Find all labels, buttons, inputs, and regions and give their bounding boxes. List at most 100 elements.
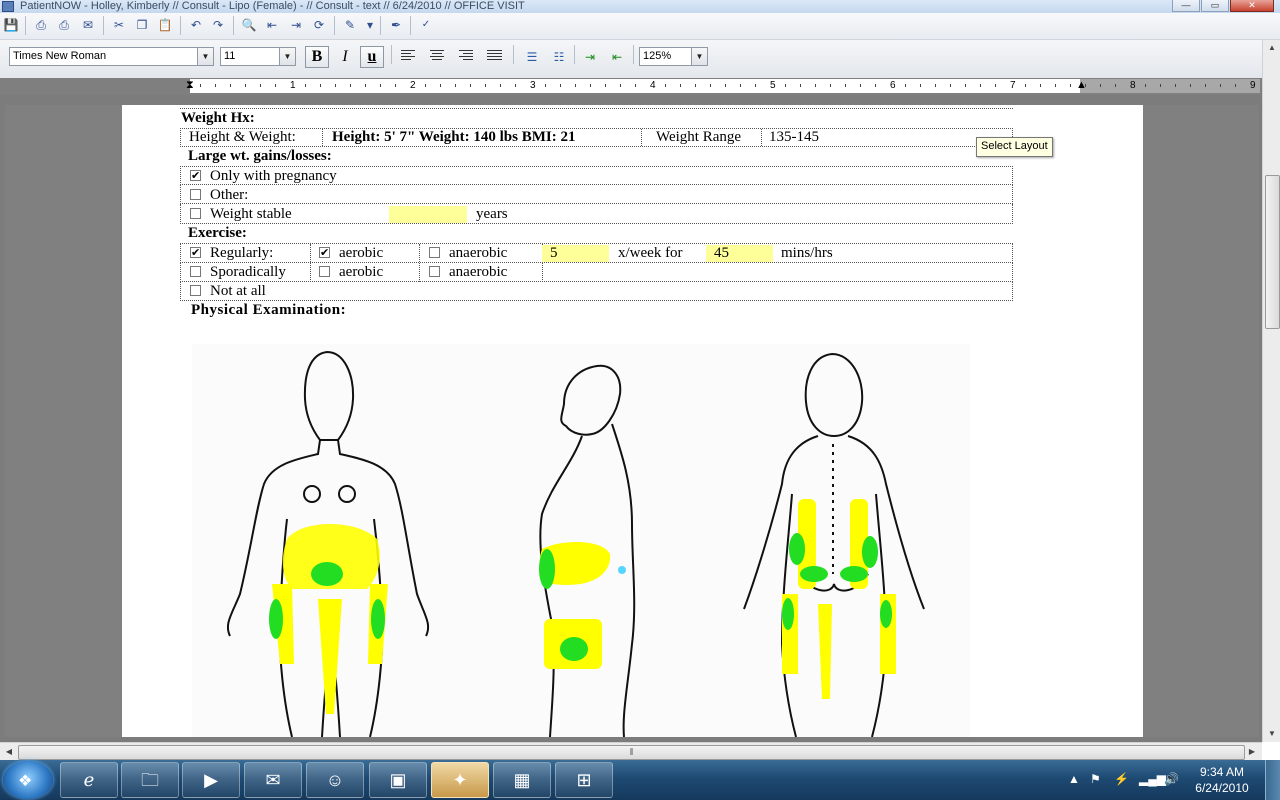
other-checkbox[interactable]: [190, 189, 201, 200]
aerobic-checkbox[interactable]: [319, 266, 330, 277]
start-button[interactable]: ❖: [3, 761, 53, 799]
bold-button[interactable]: B: [305, 46, 329, 68]
minimize-button[interactable]: —: [1172, 0, 1200, 12]
find-next-icon[interactable]: ⇥: [288, 17, 304, 33]
exercise-heading: Exercise:: [188, 225, 247, 241]
tray-expand-icon[interactable]: ▲: [1068, 772, 1080, 786]
refresh-icon[interactable]: ⟳: [311, 17, 327, 33]
network-signal-icon[interactable]: ▂▄▆: [1139, 772, 1166, 786]
paste-icon[interactable]: 📋: [157, 17, 173, 33]
file-explorer-icon[interactable]: 🗀: [121, 762, 179, 798]
fax-icon[interactable]: ✉: [80, 17, 96, 33]
horizontal-scrollbar[interactable]: ◀ ⦀ ▶: [0, 742, 1262, 761]
aerobic-label: aerobic: [339, 245, 384, 261]
chevron-down-icon[interactable]: ▼: [279, 48, 295, 65]
scroll-right-icon[interactable]: ▶: [1246, 746, 1258, 758]
zoom-value: 125%: [643, 50, 672, 62]
calculator-icon[interactable]: ▦: [493, 762, 551, 798]
ruler-minor-tick: [440, 84, 441, 87]
maximize-button[interactable]: ▭: [1201, 0, 1229, 12]
align-left-button[interactable]: [400, 48, 418, 64]
network-app-icon[interactable]: ⊞: [555, 762, 613, 798]
formatting-toolbar: Times New Roman ▼ 11 ▼ B I u ☰ ☷ ⇥ ⇤ 125…: [0, 40, 1280, 78]
close-button[interactable]: ✕: [1230, 0, 1274, 12]
window-controls: — ▭ ✕: [1171, 0, 1274, 12]
system-clock[interactable]: 9:34 AM 6/24/2010: [1186, 764, 1258, 796]
media-player-icon[interactable]: ▶: [182, 762, 240, 798]
left-indent-marker[interactable]: ⧗: [186, 78, 194, 92]
chevron-down-icon[interactable]: ▼: [691, 48, 707, 65]
regularly-checkbox[interactable]: ✔: [190, 247, 201, 258]
patientnow-icon[interactable]: ✦: [431, 762, 489, 798]
print-preview-icon[interactable]: ⎙: [56, 17, 72, 33]
action-center-flag-icon[interactable]: ⚑: [1090, 772, 1101, 786]
ruler-label: 4: [650, 80, 656, 91]
copy-icon[interactable]: ❐: [134, 17, 150, 33]
ruler-minor-tick: [845, 84, 846, 87]
body-diagram-image[interactable]: [192, 344, 970, 737]
scroll-down-icon[interactable]: ▼: [1266, 728, 1278, 740]
pregnancy-checkbox[interactable]: ✔: [190, 170, 201, 181]
spellcheck-icon[interactable]: ✓: [418, 17, 434, 33]
print-icon[interactable]: ⎙: [33, 17, 49, 33]
gains-option-label: Only with pregnancy: [210, 168, 337, 184]
yahoo-messenger-icon[interactable]: ☺: [306, 762, 364, 798]
ruler-minor-tick: [605, 84, 606, 87]
scroll-left-icon[interactable]: ◀: [3, 746, 15, 758]
cut-icon[interactable]: ✂: [111, 17, 127, 33]
show-desktop-button[interactable]: [1265, 760, 1280, 800]
toolbar-separator: [103, 16, 104, 35]
ruler-minor-tick: [425, 84, 426, 87]
ruler-minor-tick: [245, 84, 246, 87]
increase-indent-icon[interactable]: ⇥: [580, 48, 600, 66]
app-icon[interactable]: [2, 1, 14, 12]
chevron-down-icon[interactable]: ▼: [197, 48, 213, 65]
vertical-scrollbar[interactable]: ▲ ▼: [1262, 40, 1280, 742]
internet-explorer-icon[interactable]: ℯ: [60, 762, 118, 798]
volume-icon[interactable]: 🔊: [1164, 772, 1179, 786]
height-weight-value[interactable]: Height: 5' 7" Weight: 140 lbs BMI: 21: [332, 129, 575, 146]
undo-icon[interactable]: ↶: [188, 17, 204, 33]
anaerobic-checkbox[interactable]: [429, 247, 440, 258]
pen-icon[interactable]: ✒: [388, 17, 404, 33]
italic-button[interactable]: I: [333, 46, 357, 68]
ruler-minor-tick: [1160, 84, 1161, 87]
numbered-list-icon[interactable]: ☰: [522, 48, 542, 66]
find-icon[interactable]: 🔍: [241, 17, 257, 33]
zoom-select[interactable]: 125% ▼: [639, 47, 708, 66]
ruler-minor-tick: [260, 84, 261, 87]
times-per-week-field[interactable]: 5: [542, 245, 609, 262]
mail-icon[interactable]: ✉: [244, 762, 302, 798]
minutes-field[interactable]: 45: [706, 245, 773, 262]
weight-stable-checkbox[interactable]: [190, 208, 201, 219]
aerobic-checkbox[interactable]: ✔: [319, 247, 330, 258]
remote-desktop-icon[interactable]: ▣: [369, 762, 427, 798]
find-previous-icon[interactable]: ⇤: [264, 17, 280, 33]
toolbar-separator: [233, 16, 234, 35]
weight-range-label: Weight Range: [656, 129, 742, 145]
redo-icon[interactable]: ↷: [210, 17, 226, 33]
save-icon[interactable]: 💾: [3, 17, 19, 33]
align-right-button[interactable]: [458, 48, 476, 64]
justify-button[interactable]: [486, 48, 504, 64]
decrease-indent-icon[interactable]: ⇤: [607, 48, 627, 66]
font-size-select[interactable]: 11 ▼: [220, 47, 296, 66]
exercise-frequency-label: Sporadically: [210, 264, 286, 280]
bulleted-list-icon[interactable]: ☷: [549, 48, 569, 66]
anaerobic-checkbox[interactable]: [429, 266, 440, 277]
weight-stable-years-field[interactable]: [389, 206, 467, 223]
weight-range-value[interactable]: 135-145: [769, 129, 819, 146]
power-icon[interactable]: ⚡: [1114, 772, 1129, 786]
underline-button[interactable]: u: [360, 46, 384, 68]
horizontal-scroll-thumb[interactable]: ⦀: [18, 745, 1245, 760]
ruler-minor-tick: [395, 84, 396, 87]
not-at-all-checkbox[interactable]: [190, 285, 201, 296]
align-center-button[interactable]: [429, 48, 447, 64]
chevron-down-icon[interactable]: ▾: [362, 17, 378, 33]
sporadically-checkbox[interactable]: [190, 266, 201, 277]
scroll-up-icon[interactable]: ▲: [1266, 42, 1278, 54]
ruler-minor-tick: [860, 84, 861, 87]
font-name-select[interactable]: Times New Roman ▼: [9, 47, 214, 66]
vertical-scroll-thumb[interactable]: [1265, 175, 1280, 329]
highlighter-icon[interactable]: ✎: [342, 17, 358, 33]
